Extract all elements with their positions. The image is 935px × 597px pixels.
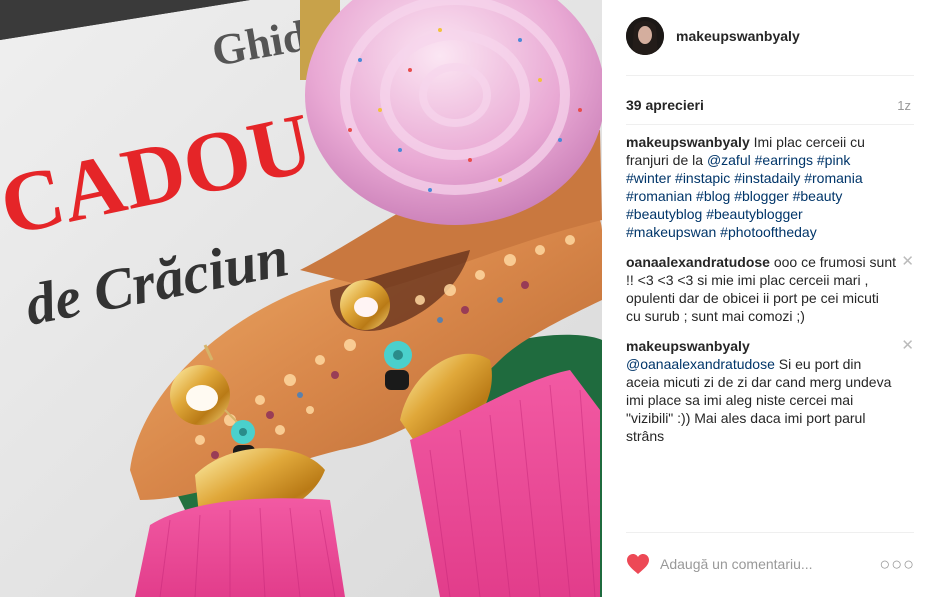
comment-item: oanaalexandratudose ooo ce frumosi sunt … — [626, 253, 914, 325]
post-time[interactable]: 1z — [897, 98, 911, 113]
caption: makeupswanbyaly Imi plac cerceii cu fran… — [626, 133, 914, 241]
hashtag-link[interactable]: #beautyblogger — [706, 206, 803, 222]
comment-input[interactable] — [660, 556, 880, 572]
comment-username[interactable]: oanaalexandratudose — [626, 254, 770, 270]
header-divider — [626, 75, 914, 76]
avatar[interactable] — [626, 17, 664, 55]
close-icon[interactable]: ✕ — [901, 338, 914, 353]
hashtag-link[interactable]: #instapic — [675, 170, 730, 186]
hashtag-link[interactable]: #blog — [696, 188, 730, 204]
hashtag-link[interactable]: #photooftheday — [720, 224, 817, 240]
hashtag-link[interactable]: #makeupswan — [626, 224, 716, 240]
comment-mention[interactable]: @oanaalexandratudose — [626, 356, 775, 372]
likes-count[interactable]: 39 aprecieri — [626, 97, 704, 113]
post-header: makeupswanbyaly — [626, 16, 800, 56]
comment-username[interactable]: makeupswanbyaly — [626, 338, 750, 354]
hashtag-link[interactable]: #romania — [804, 170, 862, 186]
comment-item: makeupswanbyaly @oanaalexandratudose Si … — [626, 337, 914, 445]
post-username[interactable]: makeupswanbyaly — [676, 28, 800, 44]
comment-bar: ○○○ — [626, 546, 915, 582]
comments-list: makeupswanbyaly Imi plac cerceii cu fran… — [626, 133, 914, 457]
likes-row: 39 aprecieri 1z — [626, 97, 911, 113]
hashtag-link[interactable]: #romanian — [626, 188, 692, 204]
more-options-icon[interactable]: ○○○ — [879, 554, 915, 575]
hashtag-link[interactable]: #beauty — [793, 188, 843, 204]
hashtag-link[interactable]: #winter — [626, 170, 671, 186]
comment-bar-divider — [626, 532, 914, 533]
hashtag-link[interactable]: #pink — [817, 152, 850, 168]
heart-icon[interactable] — [626, 553, 650, 575]
caption-mention[interactable]: @zaful — [707, 152, 751, 168]
hashtag-link[interactable]: #instadaily — [734, 170, 800, 186]
post-side-panel: makeupswanbyaly 39 aprecieri 1z makeupsw… — [602, 0, 935, 597]
post-photo[interactable]: Ghid CADOU de Crăciun — [0, 0, 602, 597]
likes-divider — [626, 124, 914, 125]
caption-username[interactable]: makeupswanbyaly — [626, 134, 750, 150]
hashtag-link[interactable]: #blogger — [734, 188, 789, 204]
hashtag-link[interactable]: #beautyblog — [626, 206, 702, 222]
close-icon[interactable]: ✕ — [901, 254, 914, 269]
hashtag-link[interactable]: #earrings — [755, 152, 813, 168]
